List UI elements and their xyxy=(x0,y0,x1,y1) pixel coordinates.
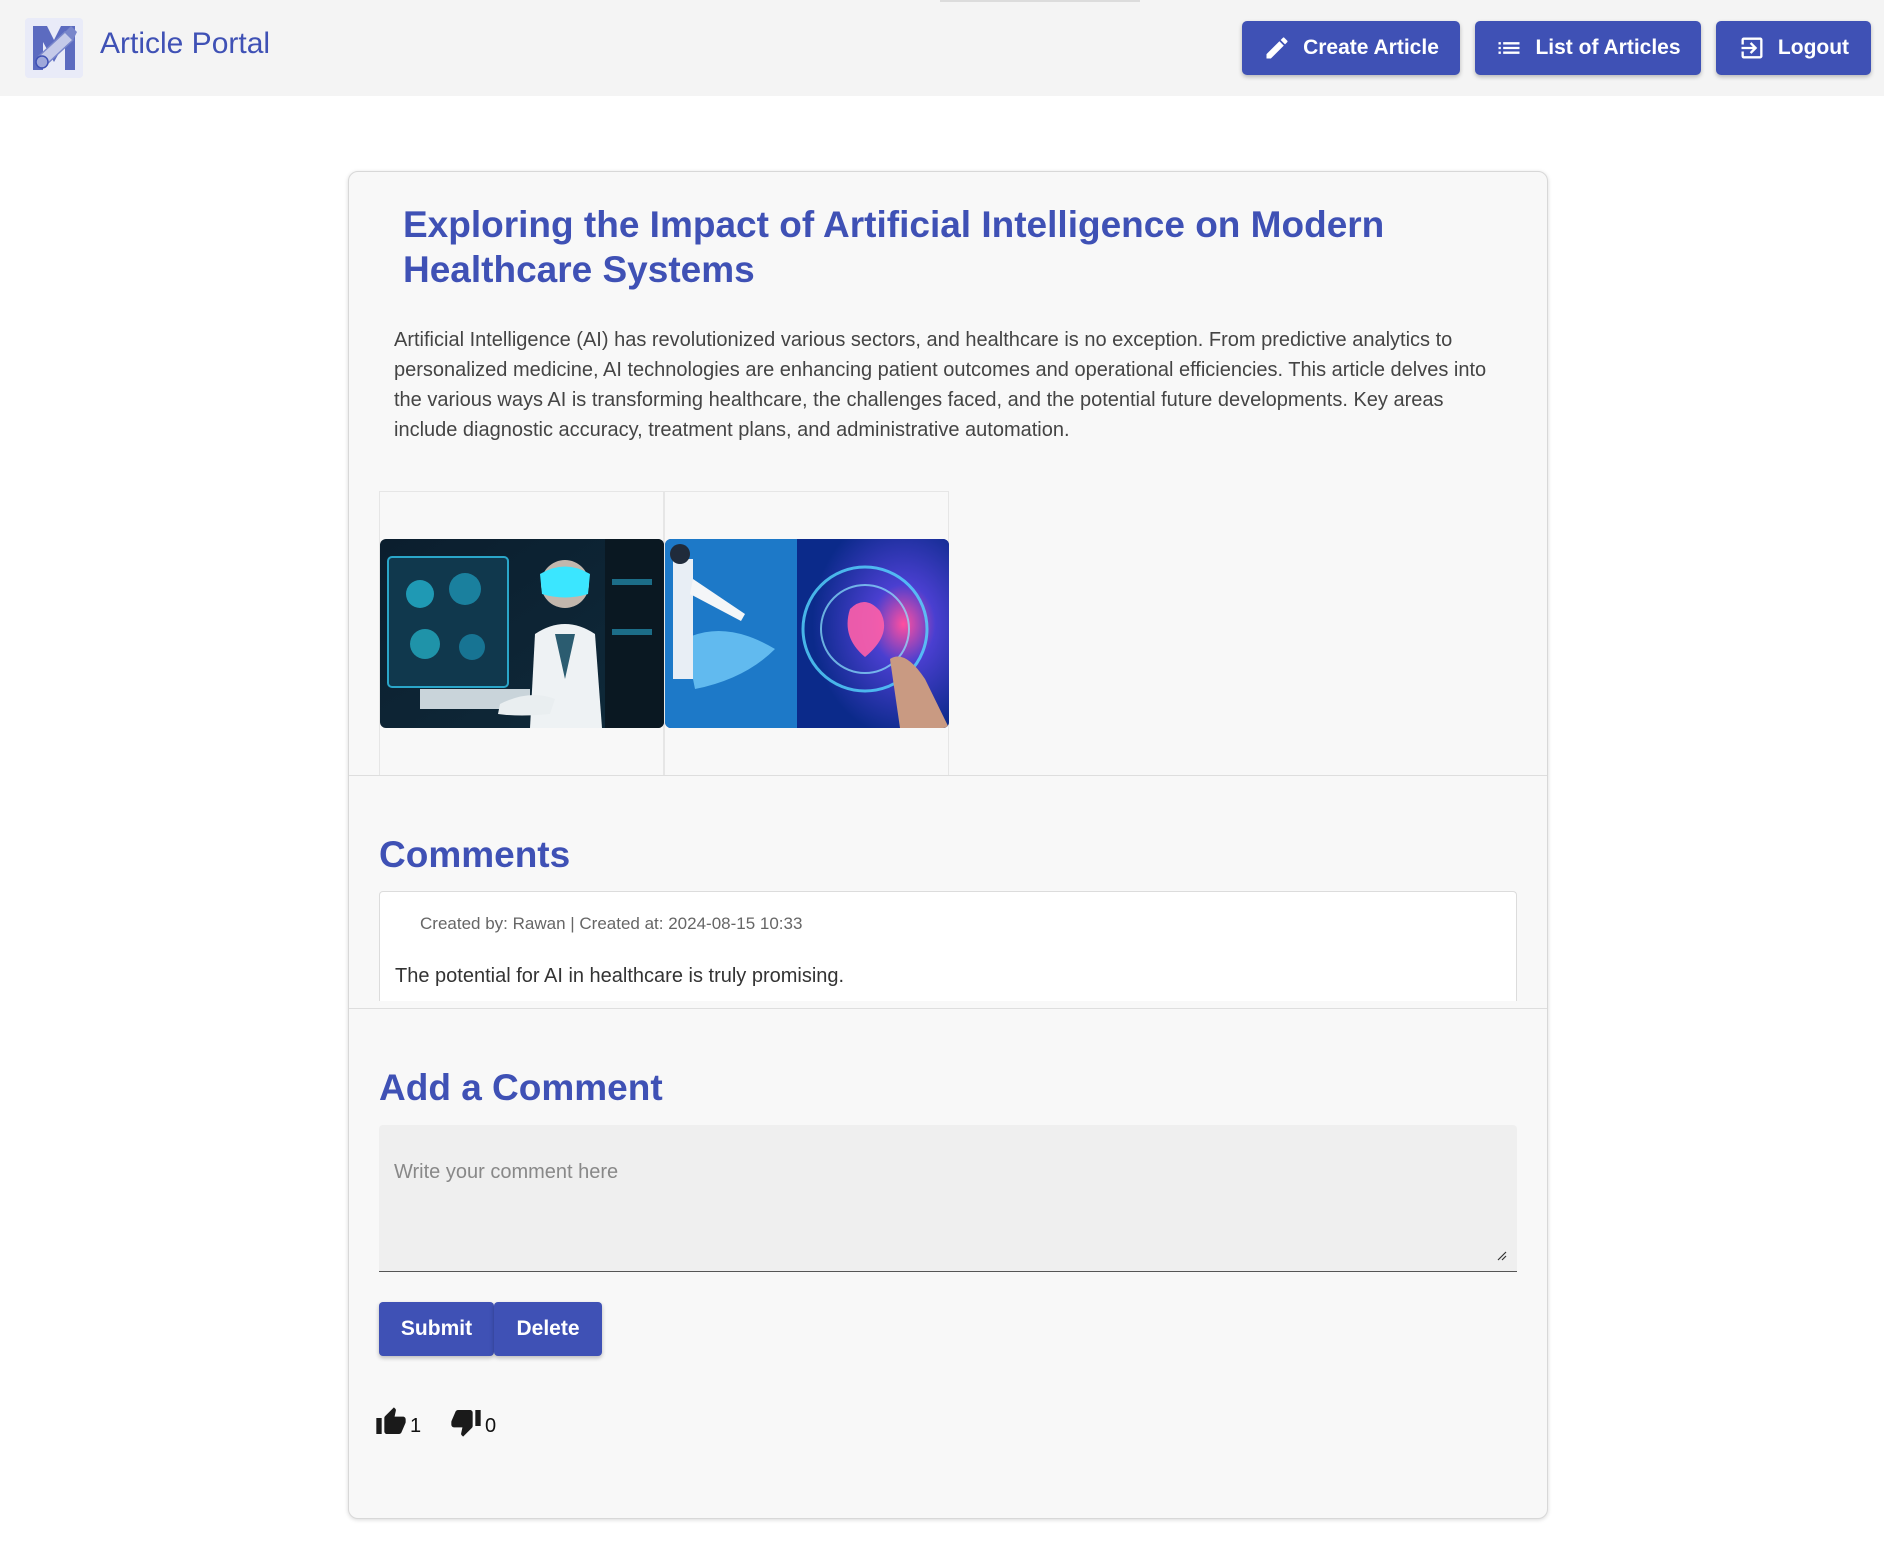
image-gallery xyxy=(379,491,949,776)
gallery-cell xyxy=(664,491,949,776)
pencil-icon xyxy=(1266,37,1288,59)
section-divider xyxy=(349,1008,1547,1009)
doctor-vr-image[interactable] xyxy=(380,539,664,728)
comments-heading: Comments xyxy=(379,834,571,875)
ai-heart-image[interactable] xyxy=(665,539,949,728)
create-article-label: Create Article xyxy=(1303,36,1439,59)
comment-input-wrapper xyxy=(379,1125,1517,1272)
delete-button[interactable]: Delete xyxy=(494,1302,602,1356)
comment-card: Created by: Rawan | Created at: 2024-08-… xyxy=(379,891,1517,1001)
comment-text: The potential for AI in healthcare is tr… xyxy=(395,965,845,987)
dislike-button[interactable]: 0 xyxy=(449,1406,496,1438)
dislike-count: 0 xyxy=(485,1415,497,1437)
like-button[interactable]: 1 xyxy=(374,1406,421,1438)
list-articles-button[interactable]: List of Articles xyxy=(1475,21,1701,75)
resize-handle-icon[interactable] xyxy=(1495,1249,1507,1261)
comment-meta: Created by: Rawan | Created at: 2024-08-… xyxy=(420,914,803,933)
article-title: Exploring the Impact of Artificial Intel… xyxy=(403,204,1385,290)
top-navbar: Article Portal Create Article List of Ar… xyxy=(0,0,1884,96)
logout-button[interactable]: Logout xyxy=(1716,21,1871,75)
divider xyxy=(940,0,1140,2)
like-count: 1 xyxy=(410,1415,422,1437)
create-article-button[interactable]: Create Article xyxy=(1242,21,1460,75)
submit-button[interactable]: Submit xyxy=(379,1302,494,1356)
list-icon xyxy=(1498,42,1520,54)
article-card: Exploring the Impact of Artificial Intel… xyxy=(348,171,1548,1519)
article-body: Artificial Intelligence (AI) has revolut… xyxy=(394,329,1487,441)
comment-input[interactable] xyxy=(379,1125,1517,1271)
list-articles-label: List of Articles xyxy=(1535,36,1681,59)
logout-label: Logout xyxy=(1777,36,1850,59)
thumbs-down-icon xyxy=(451,1410,481,1437)
section-divider xyxy=(349,775,1547,776)
add-comment-heading: Add a Comment xyxy=(379,1067,663,1108)
logo[interactable] xyxy=(25,18,83,78)
thumbs-up-icon xyxy=(376,1407,406,1434)
logout-icon xyxy=(1741,37,1763,59)
brand-title[interactable]: Article Portal xyxy=(100,27,270,61)
gallery-cell xyxy=(379,491,664,776)
